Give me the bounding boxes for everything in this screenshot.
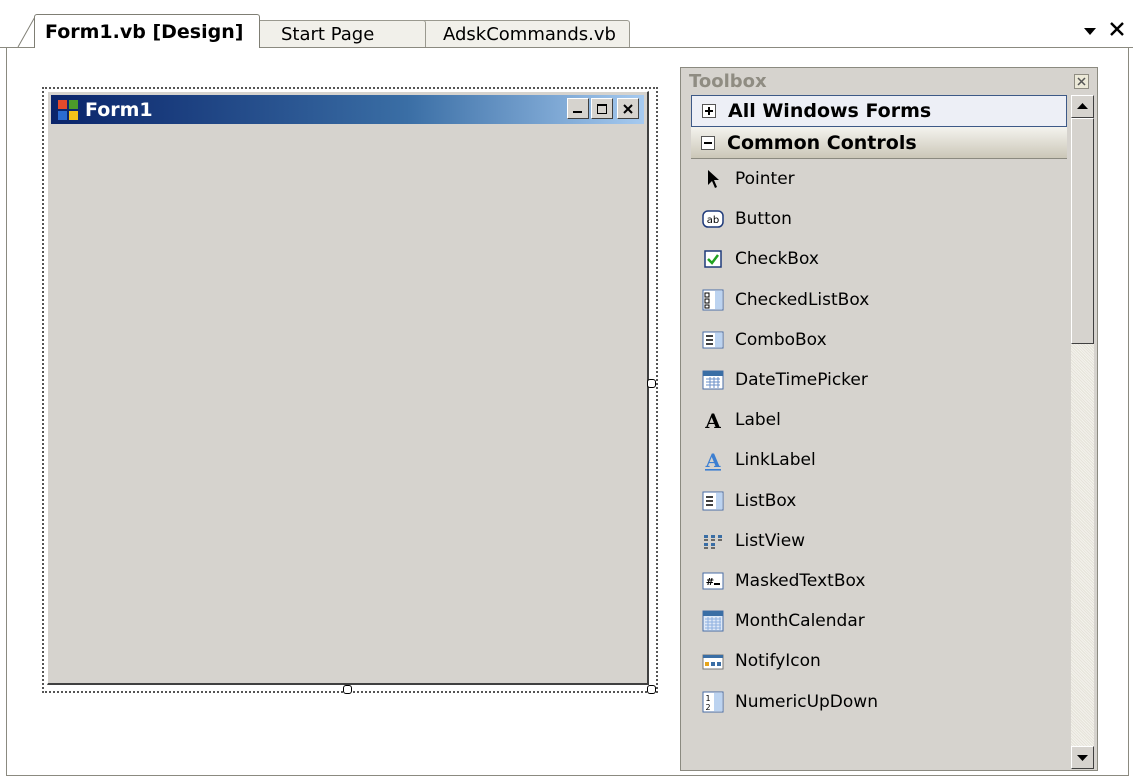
toolbox-item-listbox[interactable]: ListBox	[691, 481, 1067, 521]
toolbox-item-combobox[interactable]: ComboBox	[691, 320, 1067, 360]
toolbox-item-monthcalendar[interactable]: MonthCalendar	[691, 601, 1067, 641]
item-label: ListView	[735, 530, 806, 551]
listview-icon	[701, 529, 725, 553]
monthcalendar-icon	[701, 609, 725, 633]
pointer-icon	[701, 167, 725, 191]
resize-handle-bottom-right[interactable]	[647, 685, 656, 694]
close-icon[interactable]	[1109, 18, 1125, 42]
toolbox-title: Toolbox	[689, 70, 767, 92]
toolbox-category-all-windows-forms[interactable]: All Windows Forms	[691, 95, 1067, 127]
datetimepicker-icon	[701, 368, 725, 392]
scroll-down-button[interactable]	[1071, 746, 1094, 769]
category-label: All Windows Forms	[728, 100, 932, 122]
item-label: ListBox	[735, 490, 797, 511]
item-label: ComboBox	[735, 329, 827, 350]
toolbox-category-common-controls[interactable]: Common Controls	[691, 127, 1067, 159]
toolbox-item-button[interactable]: ab Button	[691, 199, 1067, 239]
tab-label: Form1.vb [Design]	[45, 20, 244, 43]
tab-form1-design[interactable]: Form1.vb [Design]	[34, 14, 260, 48]
item-label: DateTimePicker	[735, 370, 868, 391]
toolbox-item-pointer[interactable]: Pointer	[691, 159, 1067, 199]
toolbox-item-label[interactable]: A Label	[691, 400, 1067, 440]
svg-text:#: #	[706, 577, 714, 588]
document-tab-strip: AdskCommands.vb Start Page Form1.vb [Des…	[0, 0, 1133, 48]
item-label: Button	[735, 209, 792, 230]
button-icon: ab	[701, 207, 725, 231]
arrow-up-icon	[1077, 103, 1088, 109]
scroll-up-button[interactable]	[1071, 95, 1094, 118]
svg-text:ab: ab	[707, 215, 719, 226]
label-icon: A	[701, 408, 725, 432]
expand-icon	[702, 104, 716, 118]
tab-adsk-commands[interactable]: AdskCommands.vb	[418, 20, 630, 47]
toolbox-list: All Windows Forms Common Controls Pointe…	[691, 95, 1067, 770]
close-icon	[623, 103, 633, 114]
svg-text:2: 2	[705, 703, 710, 712]
form-title-bar[interactable]: Form1	[51, 95, 644, 124]
form-app-icon	[57, 99, 79, 121]
maximize-button[interactable]	[591, 98, 613, 119]
item-label: Label	[735, 410, 781, 431]
svg-text:1: 1	[705, 694, 710, 703]
category-label: Common Controls	[727, 131, 917, 154]
toolbox-item-linklabel[interactable]: A LinkLabel	[691, 440, 1067, 480]
close-button[interactable]	[617, 98, 639, 119]
designer-surface[interactable]: Form1 Toolbox All Windows Forms Common C…	[6, 48, 1129, 776]
toolbox-item-checkedlistbox[interactable]: CheckedListBox	[691, 280, 1067, 320]
chevron-down-icon[interactable]	[1083, 18, 1097, 42]
item-label: LinkLabel	[735, 450, 816, 471]
svg-text:A: A	[704, 409, 721, 431]
arrow-down-icon	[1077, 755, 1088, 761]
item-label: NumericUpDown	[735, 691, 878, 712]
maskedtextbox-icon: #	[701, 569, 725, 593]
toolbox-close-button[interactable]	[1074, 74, 1089, 89]
toolbox-header: Toolbox	[681, 68, 1097, 94]
caption-buttons	[567, 98, 639, 119]
item-label: CheckedListBox	[735, 289, 870, 310]
toolbox-item-listview[interactable]: ListView	[691, 521, 1067, 561]
notifyicon-icon	[701, 649, 725, 673]
tab-label: Start Page	[281, 23, 375, 45]
form-title: Form1	[85, 98, 153, 121]
toolbox-item-datetimepicker[interactable]: DateTimePicker	[691, 360, 1067, 400]
resize-handle-right[interactable]	[647, 379, 656, 388]
item-label: Pointer	[735, 169, 795, 190]
checkedlistbox-icon	[701, 288, 725, 312]
tab-start-page[interactable]: Start Page	[256, 20, 426, 47]
toolbox-item-numericupdown[interactable]: 12 NumericUpDown	[691, 681, 1067, 721]
resize-handle-bottom[interactable]	[343, 685, 352, 694]
minimize-button[interactable]	[567, 98, 589, 119]
toolbox-panel: Toolbox All Windows Forms Common Control…	[680, 67, 1098, 771]
maximize-icon	[597, 103, 607, 114]
numericupdown-icon: 12	[701, 690, 725, 714]
form1-window[interactable]: Form1	[47, 91, 649, 685]
toolbox-item-notifyicon[interactable]: NotifyIcon	[691, 641, 1067, 681]
close-icon	[1077, 77, 1086, 86]
tab-strip-actions	[1083, 18, 1125, 42]
listbox-icon	[701, 489, 725, 513]
collapse-icon	[701, 135, 715, 150]
linklabel-icon: A	[701, 448, 725, 472]
checkbox-icon	[701, 247, 725, 271]
item-label: NotifyIcon	[735, 651, 821, 672]
item-label: MonthCalendar	[735, 611, 865, 632]
item-label: MaskedTextBox	[735, 570, 866, 591]
item-label: CheckBox	[735, 249, 819, 270]
combobox-icon	[701, 328, 725, 352]
toolbox-item-checkbox[interactable]: CheckBox	[691, 239, 1067, 279]
scroll-thumb[interactable]	[1071, 118, 1094, 344]
svg-text:A: A	[705, 450, 721, 471]
toolbox-item-maskedtextbox[interactable]: # MaskedTextBox	[691, 561, 1067, 601]
toolbox-scrollbar[interactable]	[1071, 95, 1094, 769]
tab-label: AdskCommands.vb	[443, 23, 616, 45]
minimize-icon	[573, 110, 582, 113]
